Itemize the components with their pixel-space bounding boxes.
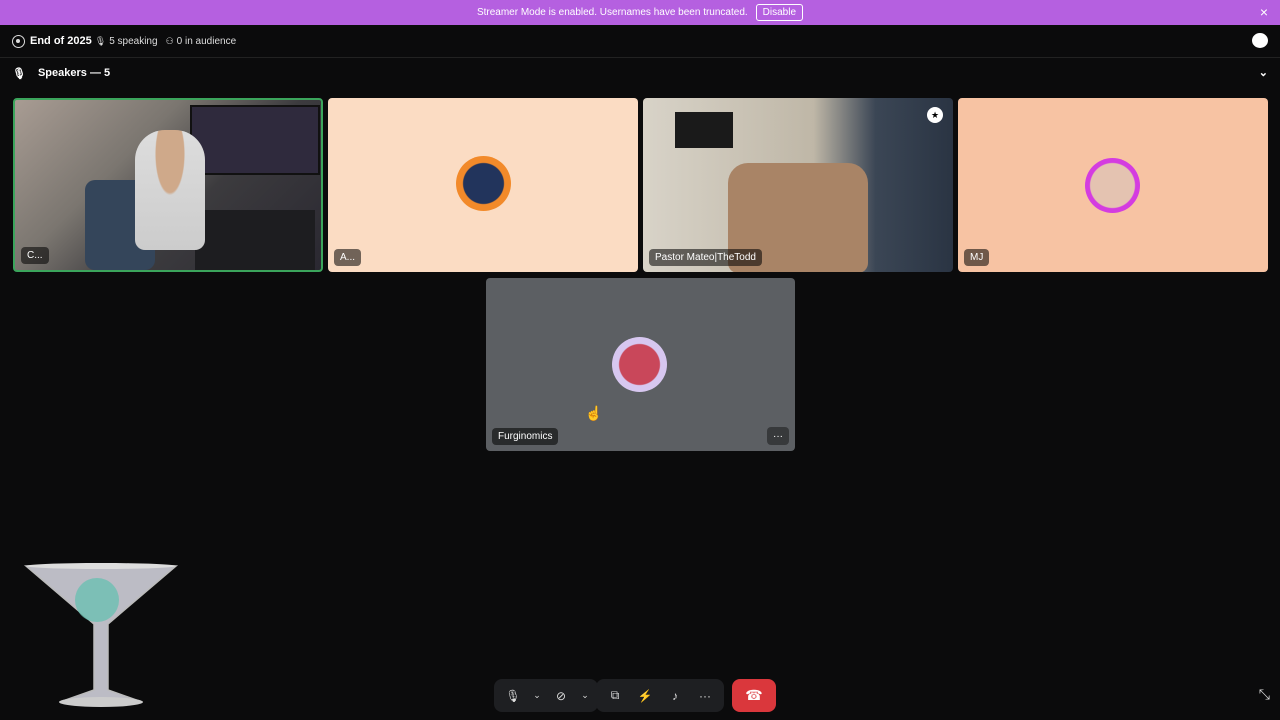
camera-off-icon[interactable]: ⊘	[548, 683, 574, 709]
disable-streamer-mode-button[interactable]: Disable	[755, 4, 804, 21]
speaker-name: Furginomics	[492, 428, 559, 445]
disconnect-control: ☎	[732, 679, 776, 712]
mic-icon: 🎙	[12, 67, 26, 80]
moderator-shield-icon: ★	[927, 107, 943, 123]
speakers-section-header[interactable]: 🎙 Speakers — 5 ⌄	[0, 62, 1280, 84]
speaker-tile[interactable]: MJ	[958, 98, 1268, 272]
speaker-tile-video[interactable]: ★ Pastor Mateo|TheTodd	[643, 98, 953, 272]
speaker-name: C...	[21, 247, 49, 264]
martini-glass-overlay	[23, 563, 179, 707]
banner-message: Streamer Mode is enabled. Usernames have…	[476, 7, 748, 18]
collapse-fullscreen-icon[interactable]: ⤡	[1259, 686, 1270, 703]
speakers-label: Speakers — 5	[37, 67, 111, 79]
header-divider	[0, 57, 1280, 58]
video-feed-monitor	[190, 105, 320, 175]
stage-header: End of 2025 🎙 5 speaking ⚇ 0 in audience	[0, 25, 1280, 57]
stage-title: End of 2025	[30, 35, 92, 47]
microphone-icon[interactable]: 🎙	[500, 683, 526, 709]
avatar	[612, 337, 667, 392]
speaker-tile[interactable]: A...	[328, 98, 638, 272]
chevron-down-icon[interactable]: ⌄	[578, 683, 592, 709]
mouse-cursor-icon: ☝	[585, 405, 603, 421]
call-actions: ⧉ ⚡ ♪ ···	[596, 679, 724, 712]
call-controls: 🎙 ⌄ ⊘ ⌄	[494, 679, 598, 712]
speaker-name: A...	[334, 249, 362, 266]
more-options-button[interactable]: ···	[692, 683, 718, 709]
audience-count: ⚇ 0 in audience	[165, 35, 237, 47]
avatar	[456, 156, 511, 211]
streamer-mode-banner: Streamer Mode is enabled. Usernames have…	[0, 0, 1280, 25]
speaker-tile[interactable]: Furginomics ···	[486, 278, 795, 451]
audience-icon: ⚇	[165, 35, 174, 46]
chevron-down-icon[interactable]: ⌄	[530, 683, 544, 709]
screen-share-icon[interactable]: ⧉	[602, 683, 628, 709]
mic-icon: 🎙	[94, 35, 107, 46]
avatar	[1085, 158, 1140, 213]
chat-icon[interactable]	[1252, 33, 1268, 48]
speaking-count: 🎙 5 speaking	[94, 35, 158, 47]
hangup-icon[interactable]: ☎	[732, 679, 776, 712]
activity-icon[interactable]: ⚡	[632, 683, 658, 709]
audio-video-group: 🎙 ⌄ ⊘ ⌄	[494, 679, 598, 712]
chevron-down-icon[interactable]: ⌄	[1259, 66, 1268, 79]
speaker-tile-video[interactable]: C...	[13, 98, 323, 272]
actions-group: ⧉ ⚡ ♪ ···	[596, 679, 724, 712]
tile-more-button[interactable]: ···	[767, 427, 789, 445]
video-feed-person	[135, 130, 205, 250]
soundboard-icon[interactable]: ♪	[662, 683, 688, 709]
video-feed	[675, 112, 733, 148]
stage-channel-icon	[12, 34, 25, 48]
speaker-name: MJ	[964, 249, 990, 266]
video-feed-desk	[195, 210, 315, 270]
speaker-name: Pastor Mateo|TheTodd	[649, 249, 762, 266]
close-icon[interactable]: ×	[1260, 4, 1268, 20]
